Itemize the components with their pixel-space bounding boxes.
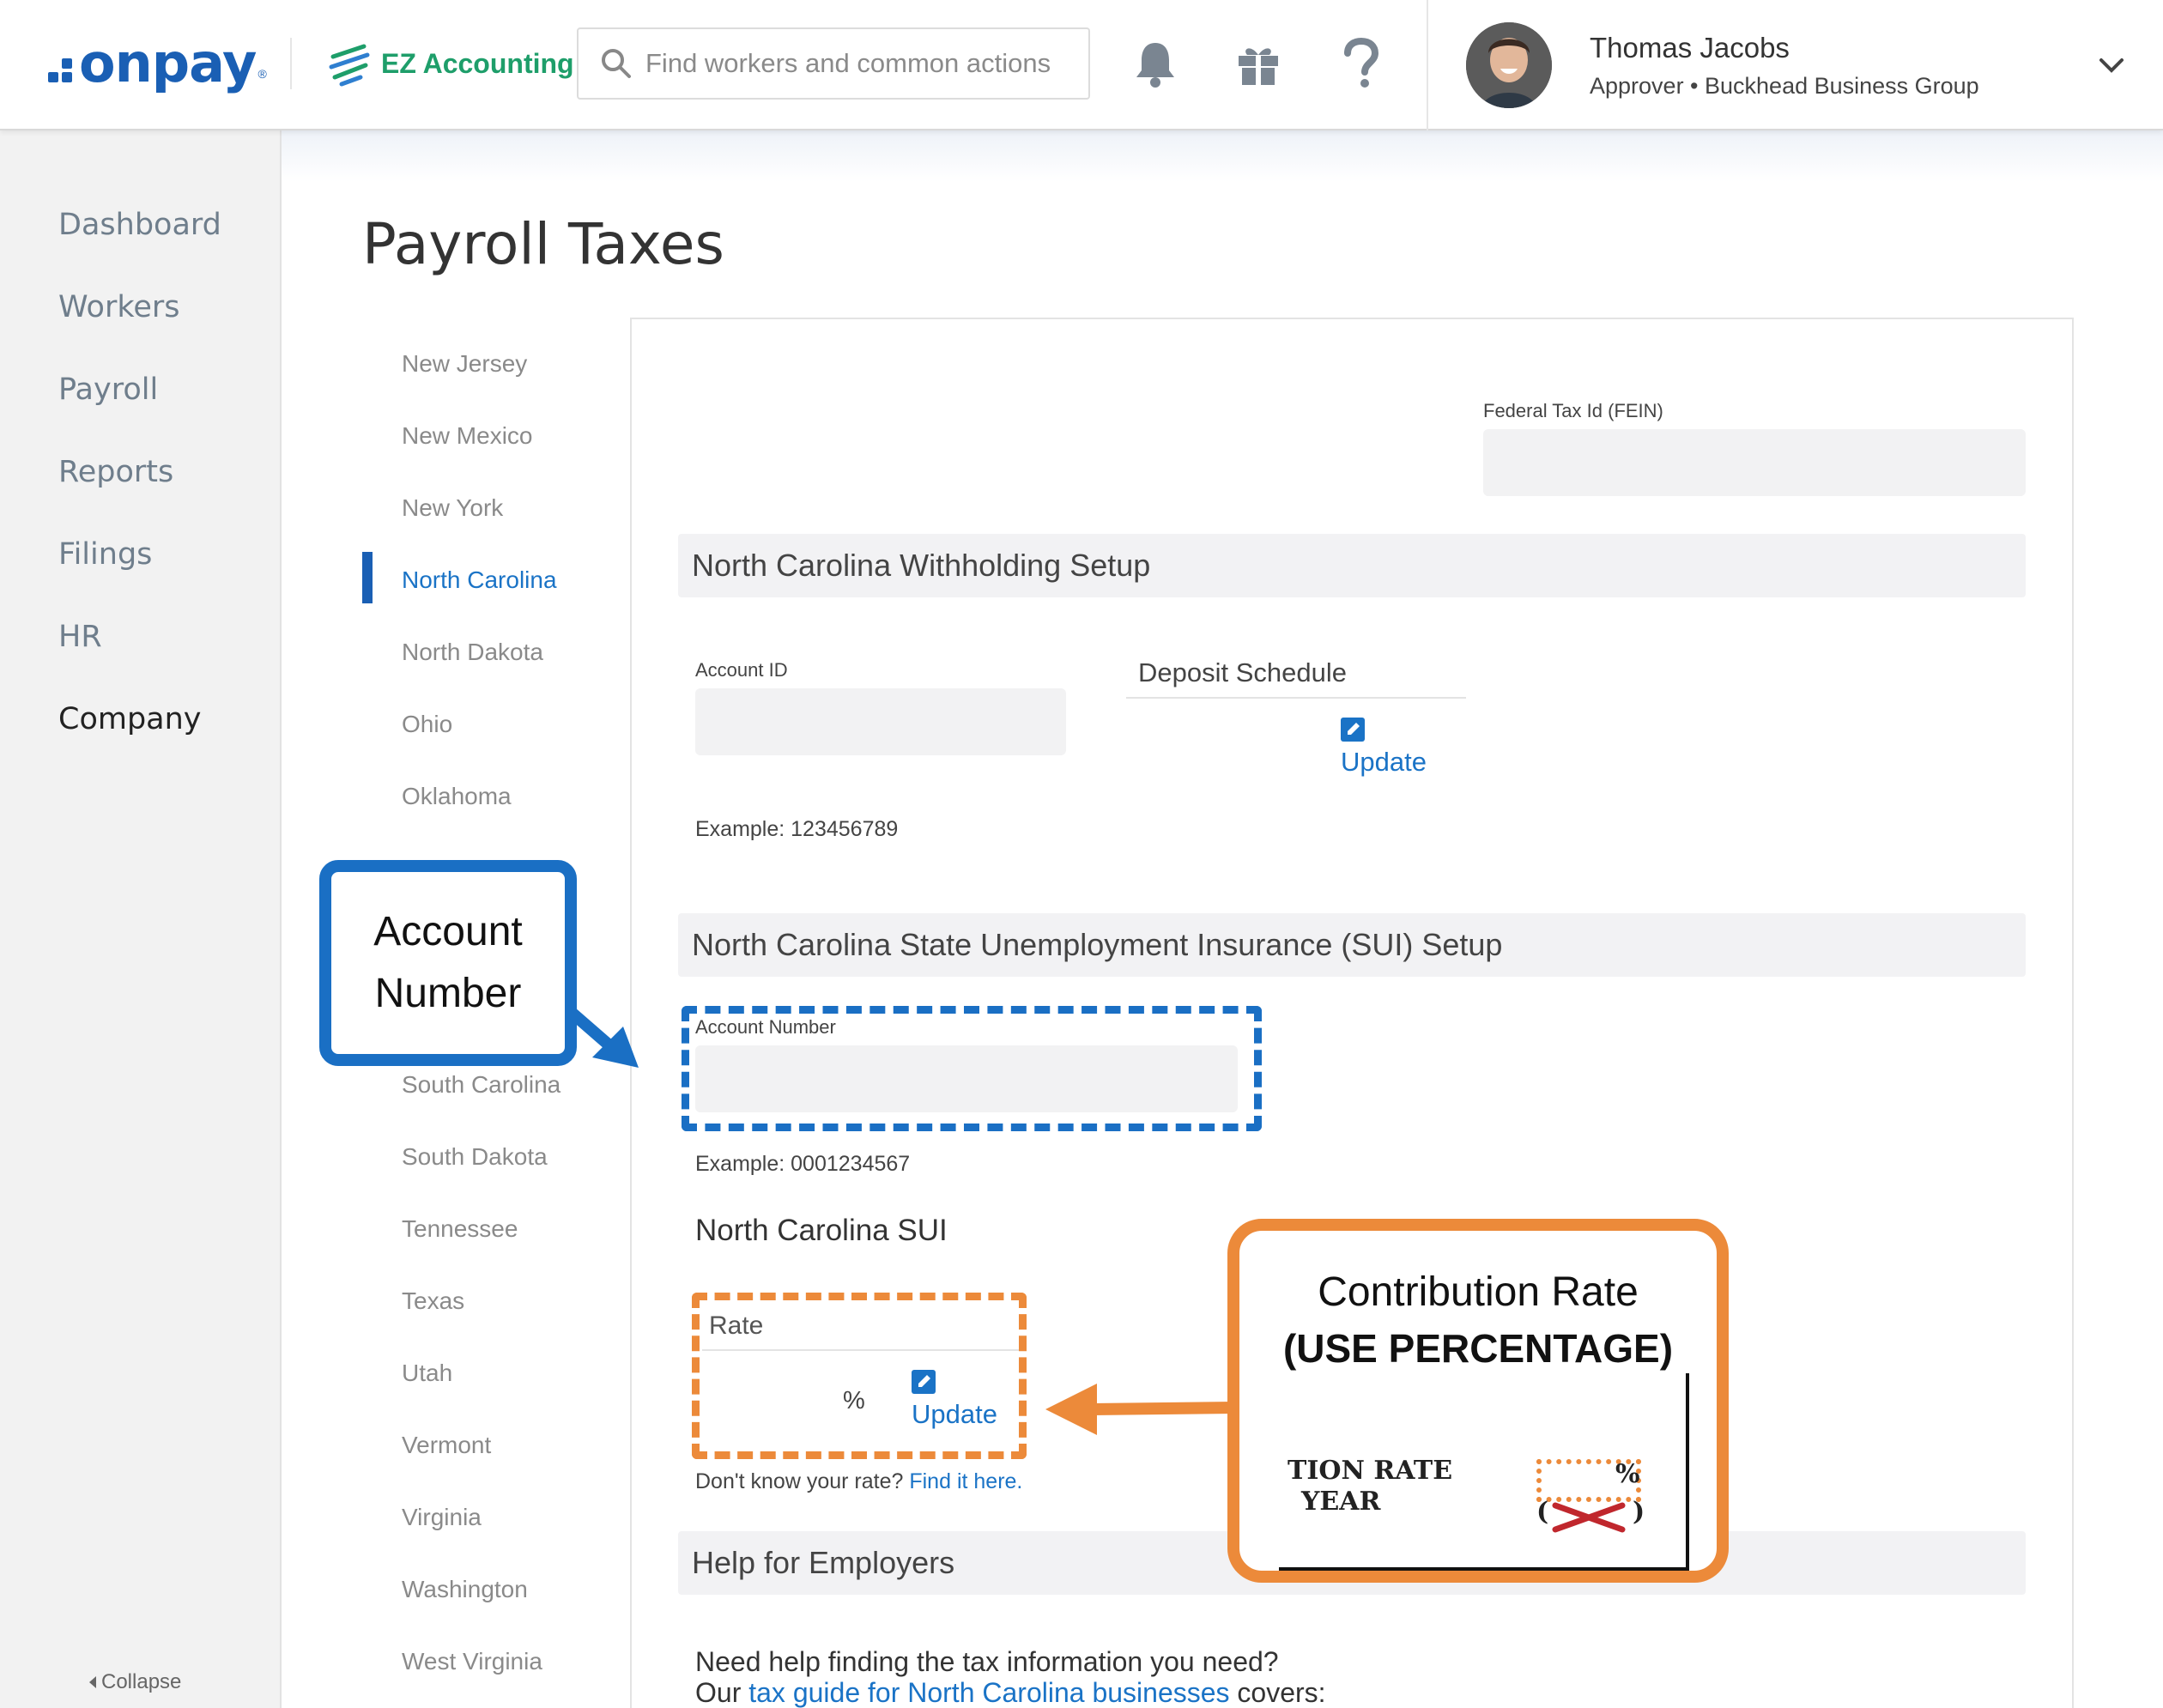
state-item-active[interactable]: North Carolina	[402, 566, 557, 594]
collapse-label: Collapse	[101, 1670, 182, 1693]
state-item[interactable]: Ohio	[402, 711, 452, 738]
bell-icon	[1136, 43, 1174, 88]
ez-accounting-logo-icon	[329, 44, 370, 87]
header-divider	[290, 38, 292, 89]
sidebar-item-reports[interactable]: Reports	[58, 455, 173, 489]
help-button[interactable]	[1332, 34, 1390, 93]
deposit-schedule-label: Deposit Schedule	[1138, 657, 1347, 687]
sidebar-item-filings[interactable]: Filings	[58, 537, 152, 572]
sidebar-item-workers[interactable]: Workers	[58, 290, 180, 324]
state-item[interactable]: South Carolina	[402, 1071, 560, 1099]
form-excerpt-paren: (	[1536, 1497, 1549, 1527]
state-item[interactable]: Vermont	[402, 1432, 491, 1459]
collapse-button[interactable]: Collapse	[89, 1670, 181, 1694]
rate-help-text: Don't know your rate? Find it here.	[695, 1469, 1022, 1494]
withholding-section-header: North Carolina Withholding Setup	[678, 534, 2026, 597]
user-role: Approver • Buckhead Business Group	[1590, 72, 1979, 99]
state-item[interactable]: Washington	[402, 1576, 528, 1603]
state-item[interactable]: New Jersey	[402, 350, 527, 378]
notifications-button[interactable]	[1126, 34, 1184, 93]
header-divider	[1427, 0, 1428, 130]
state-item[interactable]: Texas	[402, 1287, 464, 1315]
account-id-example: Example: 123456789	[695, 817, 899, 841]
account-number-callout: Account Number	[319, 860, 577, 1066]
logo-registered-mark: ®	[258, 67, 267, 81]
search-input[interactable]	[645, 48, 1075, 79]
form-excerpt-text: TION RATE	[1288, 1456, 1453, 1486]
callout-text: Contribution Rate	[1318, 1269, 1639, 1315]
sidebar: Dashboard Workers Payroll Reports Filing…	[0, 130, 282, 1708]
callout-text: (USE PERCENTAGE)	[1282, 1326, 1674, 1371]
account-id-label: Account ID	[695, 659, 788, 681]
onpay-logo[interactable]: onpay ®	[48, 31, 267, 94]
tax-guide-link[interactable]: tax guide for North Carolina businesses	[748, 1677, 1229, 1708]
state-item[interactable]: New York	[402, 494, 503, 522]
top-header: onpay ® EZ Accounting Find workers and c…	[0, 0, 2163, 130]
form-excerpt-paren: )	[1633, 1497, 1645, 1527]
caret-left-icon	[89, 1676, 96, 1688]
dont-know-text: Don't know your rate?	[695, 1469, 904, 1493]
fein-label: Federal Tax Id (FEIN)	[1483, 400, 1663, 421]
account-number-example: Example: 0001234567	[695, 1152, 911, 1176]
state-item[interactable]: West Virginia	[402, 1648, 542, 1675]
logo-wordmark: onpay	[79, 31, 257, 94]
gift-icon	[1239, 48, 1278, 85]
fein-field[interactable]	[1483, 429, 2026, 496]
state-item[interactable]: Tennessee	[402, 1215, 518, 1243]
sidebar-item-hr[interactable]: HR	[58, 620, 102, 654]
red-x-icon	[1552, 1502, 1626, 1533]
sui-title: North Carolina SUI	[695, 1214, 948, 1247]
page-title: Payroll Taxes	[362, 211, 724, 277]
help-prefix: Our	[695, 1677, 742, 1708]
callout-text: Number	[374, 971, 522, 1016]
active-state-indicator	[362, 552, 373, 603]
partner-name: EZ Accounting	[381, 47, 574, 79]
state-item[interactable]: Utah	[402, 1360, 452, 1387]
account-id-field[interactable]	[695, 688, 1066, 755]
state-item[interactable]: Virginia	[402, 1504, 482, 1531]
sidebar-item-company[interactable]: Company	[58, 702, 202, 736]
arrow-right-icon	[566, 1005, 639, 1068]
help-text-line: Our tax guide for North Carolina busines…	[695, 1677, 1326, 1708]
form-excerpt-image: TION RATE YEAR % ( )	[1279, 1373, 1689, 1571]
find-rate-link[interactable]: Find it here.	[909, 1469, 1022, 1493]
callout-text: Account	[373, 909, 523, 954]
arrow-left-icon	[1045, 1384, 1234, 1435]
state-item[interactable]: South Dakota	[402, 1143, 548, 1171]
partner-logo[interactable]: EZ Accounting	[326, 38, 574, 89]
search-box[interactable]	[577, 27, 1090, 100]
rewards-button[interactable]	[1229, 34, 1288, 93]
help-text-line: Need help finding the tax information yo…	[695, 1646, 1279, 1677]
logo-dots-icon	[48, 58, 72, 82]
search-icon	[602, 49, 631, 78]
contribution-rate-callout: Contribution Rate (USE PERCENTAGE) TION …	[1227, 1219, 1729, 1583]
chevron-down-icon[interactable]	[2094, 48, 2129, 82]
user-menu[interactable]: Thomas Jacobs Approver • Buckhead Busine…	[1466, 21, 2144, 110]
edit-icon[interactable]	[1341, 718, 1365, 742]
state-item[interactable]: Oklahoma	[402, 783, 512, 810]
state-item[interactable]: North Dakota	[402, 639, 543, 666]
user-name: Thomas Jacobs	[1590, 31, 1790, 64]
rate-highlight	[692, 1293, 1027, 1459]
form-excerpt-text: YEAR	[1301, 1487, 1381, 1517]
account-number-highlight	[682, 1006, 1262, 1131]
divider	[1126, 697, 1466, 699]
deposit-schedule-update-link[interactable]: Update	[1341, 747, 1427, 778]
header-shadow	[282, 130, 2163, 182]
sidebar-item-dashboard[interactable]: Dashboard	[58, 208, 221, 242]
avatar	[1466, 22, 1552, 108]
sui-section-header: North Carolina State Unemployment Insura…	[678, 913, 2026, 977]
question-mark-icon	[1344, 38, 1379, 88]
state-item[interactable]: New Mexico	[402, 422, 532, 450]
form-excerpt-percent: %	[1615, 1459, 1640, 1489]
help-suffix: covers:	[1237, 1677, 1326, 1708]
sidebar-item-payroll[interactable]: Payroll	[58, 372, 158, 407]
